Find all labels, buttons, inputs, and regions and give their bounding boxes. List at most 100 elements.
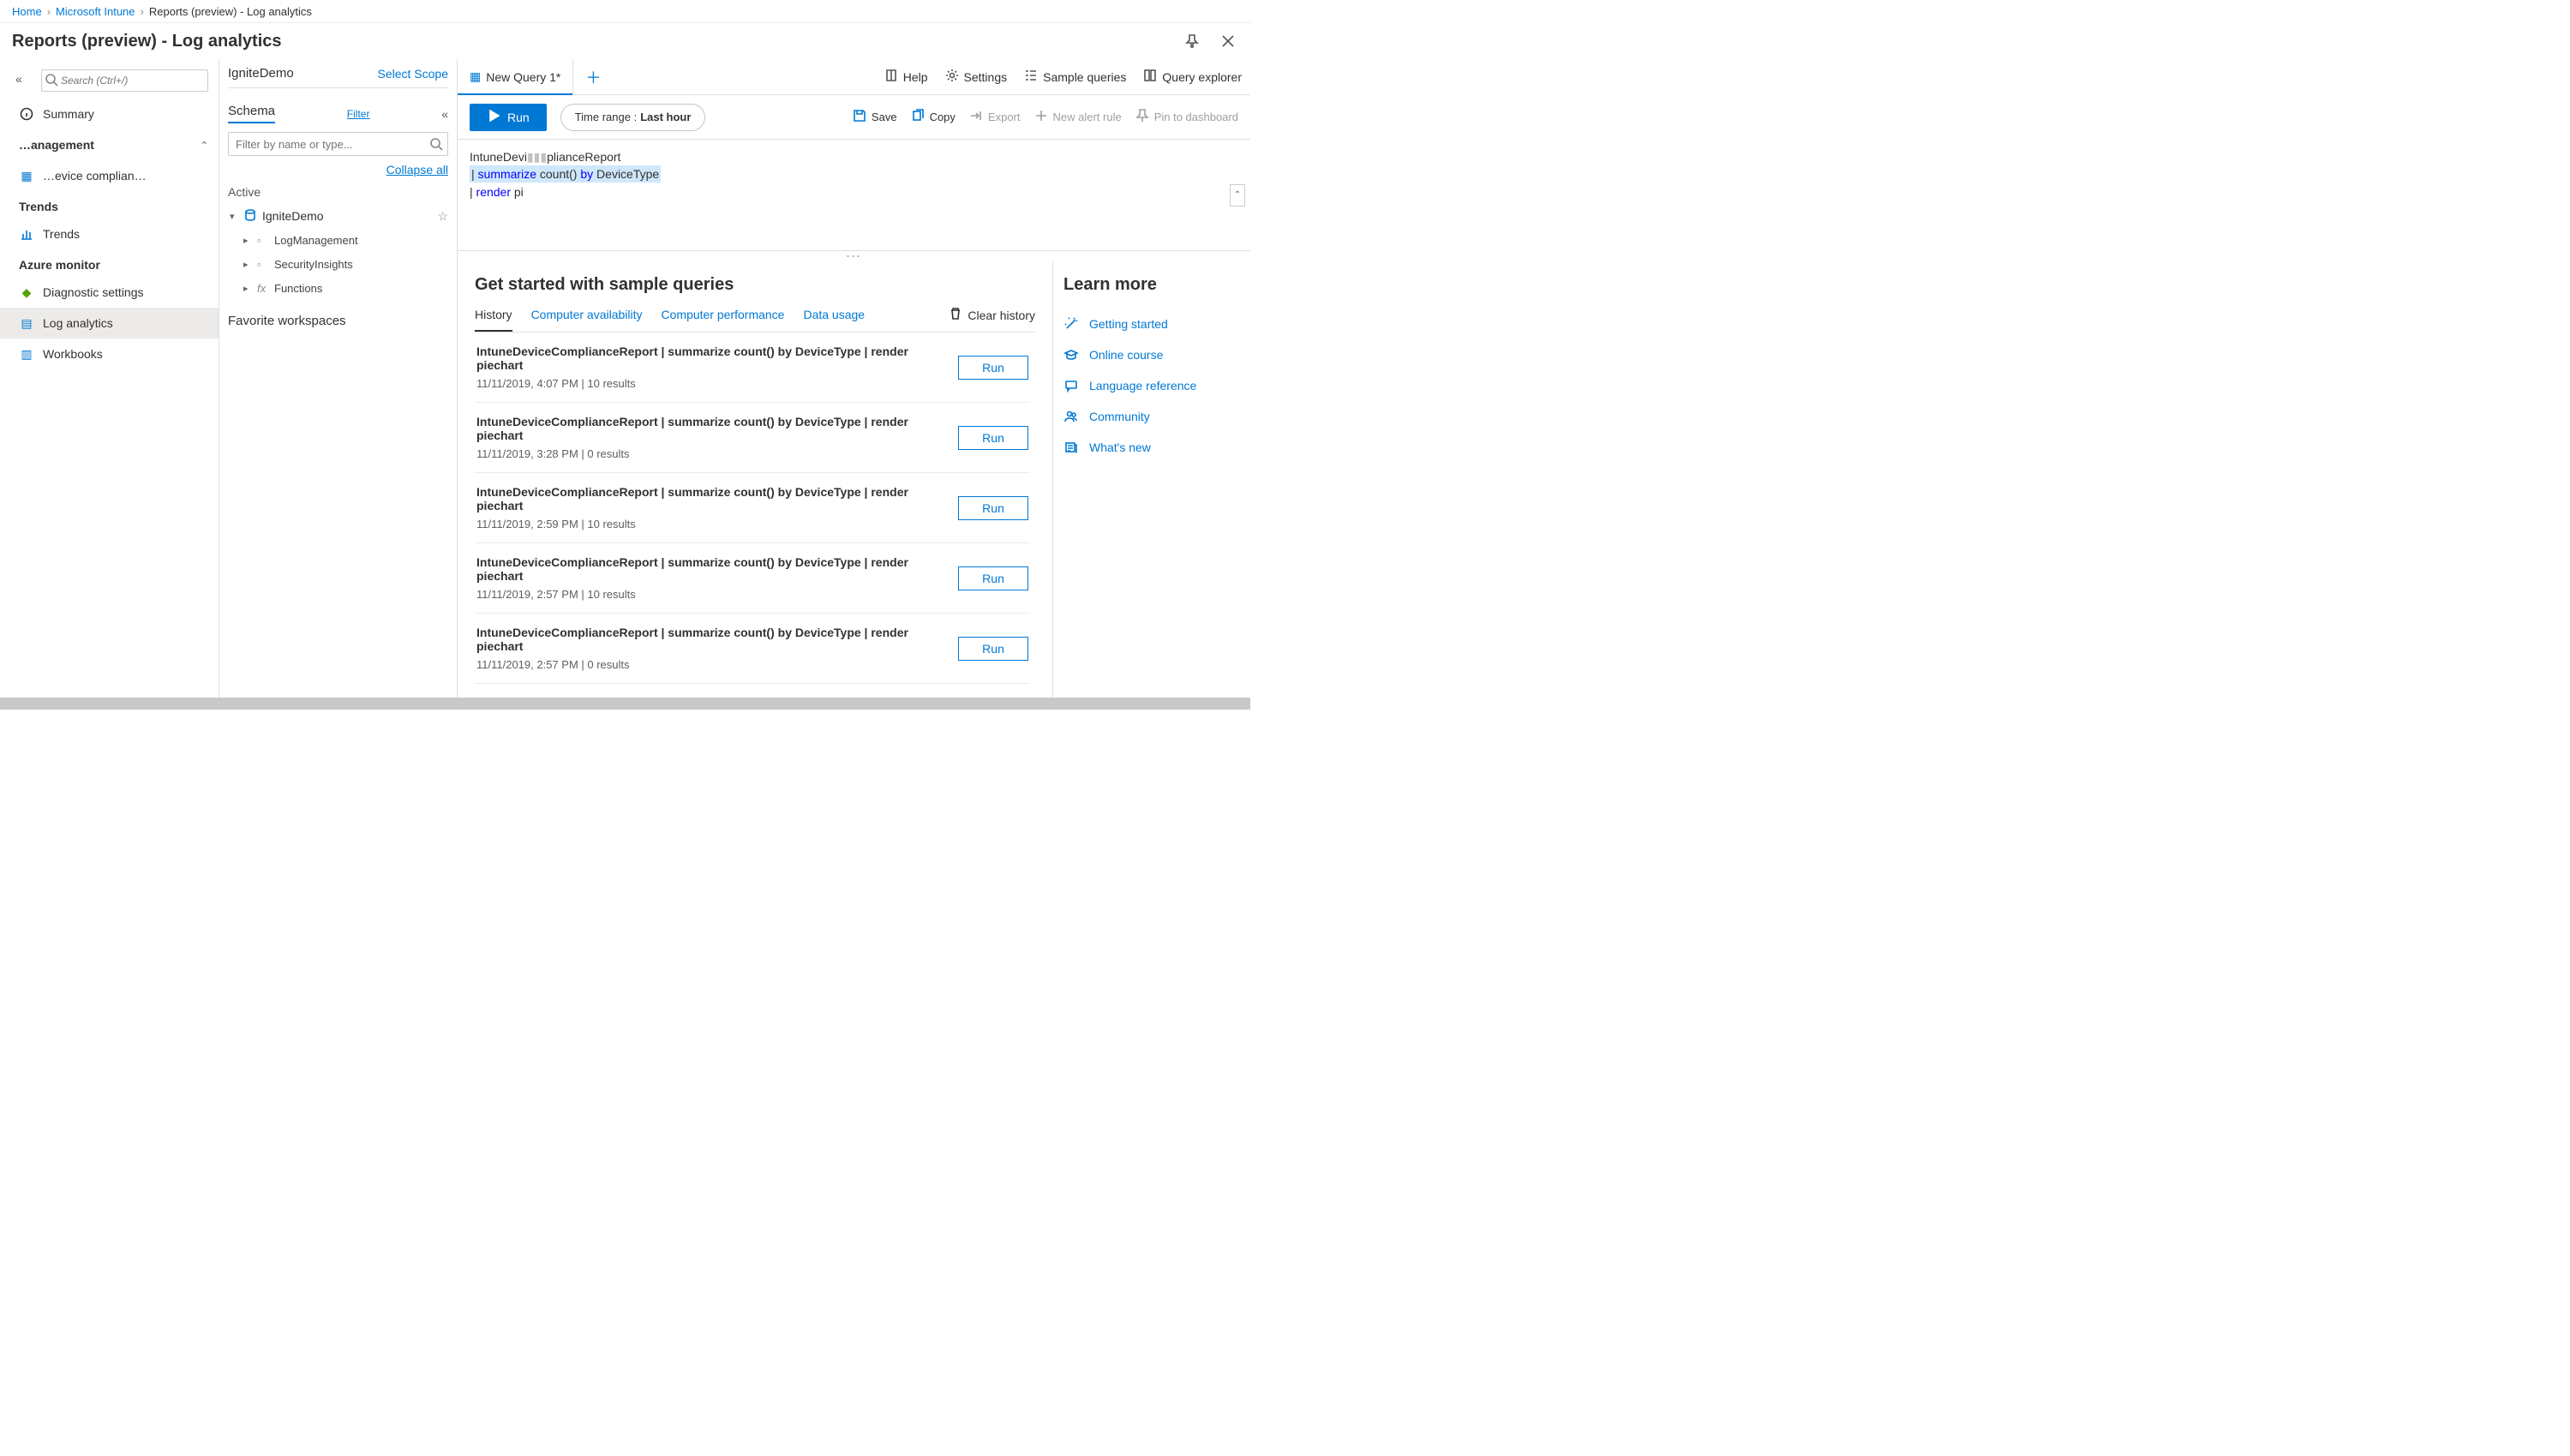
trash-icon	[949, 307, 962, 323]
learn-link[interactable]: What's new	[1089, 440, 1151, 454]
resize-grip[interactable]: ⋯	[458, 251, 1250, 261]
page-title: Reports (preview) - Log analytics	[12, 32, 282, 51]
nav-section-trends: Trends	[0, 191, 219, 219]
history-run-button[interactable]: Run	[958, 356, 1028, 380]
schema-workspace-label: IgniteDemo	[262, 209, 324, 223]
book-icon	[884, 69, 898, 85]
nav-section-management: …anagement ⌃	[0, 129, 219, 160]
learn-item[interactable]: Online course	[1063, 339, 1240, 370]
tab-history[interactable]: History	[475, 308, 512, 332]
nav-summary[interactable]: Summary	[0, 99, 219, 129]
pin-icon	[1135, 109, 1149, 125]
export-button[interactable]: Export	[969, 109, 1021, 125]
pin-dashboard-button[interactable]: Pin to dashboard	[1135, 109, 1238, 125]
history-meta: 11/11/2019, 2:57 PM | 0 results	[476, 658, 958, 671]
settings-button[interactable]: Settings	[945, 69, 1008, 85]
query-tab-1[interactable]: ▦ New Query 1*	[458, 59, 573, 94]
copy-button[interactable]: Copy	[911, 109, 956, 125]
collapse-all-link[interactable]: Collapse all	[386, 163, 448, 177]
help-button[interactable]: Help	[884, 69, 928, 85]
schema-tab[interactable]: Schema	[228, 104, 275, 123]
schema-active-header: Active	[228, 185, 448, 199]
learn-more-heading: Learn more	[1063, 275, 1240, 295]
tab-computer-availability[interactable]: Computer availability	[531, 308, 643, 332]
chevron-right-icon: ▸	[243, 283, 252, 294]
book-icon: ▥	[19, 346, 34, 362]
nav-summary-label: Summary	[43, 107, 94, 121]
close-icon[interactable]	[1218, 31, 1238, 51]
schema-child-functions[interactable]: ▸ fx Functions	[228, 276, 448, 300]
chevron-up-icon[interactable]: ⌃	[201, 140, 208, 151]
nav-device-compliance[interactable]: ▦ …evice complian…	[0, 160, 219, 191]
nav-item-label: Diagnostic settings	[43, 285, 144, 299]
star-icon[interactable]: ☆	[437, 209, 448, 224]
learn-item[interactable]: What's new	[1063, 432, 1240, 463]
clear-history-button[interactable]: Clear history	[949, 307, 1035, 332]
collapse-editor-icon[interactable]: ⌃	[1230, 184, 1245, 207]
learn-link[interactable]: Getting started	[1089, 317, 1168, 331]
breadcrumb-current: Reports (preview) - Log analytics	[149, 5, 312, 18]
sample-queries-button[interactable]: Sample queries	[1024, 69, 1126, 85]
history-row: IntuneDeviceComplianceReport | summarize…	[475, 543, 1030, 614]
learn-item[interactable]: Language reference	[1063, 370, 1240, 401]
pin-icon[interactable]	[1182, 31, 1202, 51]
time-range-picker[interactable]: Time range : Last hour	[560, 104, 706, 131]
people-icon	[1063, 410, 1079, 423]
nav-diagnostic-settings[interactable]: ◆ Diagnostic settings	[0, 277, 219, 308]
nav-trends[interactable]: Trends	[0, 219, 219, 249]
schema-filter-link[interactable]: Filter	[347, 108, 370, 120]
query-explorer-button[interactable]: Query explorer	[1143, 69, 1242, 85]
history-meta: 11/11/2019, 2:57 PM | 10 results	[476, 588, 958, 601]
query-icon: ▦	[470, 69, 481, 84]
schema-child-logmanagement[interactable]: ▸ ▫ LogManagement	[228, 228, 448, 252]
history-query-text: IntuneDeviceComplianceReport | summarize…	[476, 415, 958, 442]
history-row: IntuneDeviceComplianceReport | summarize…	[475, 403, 1030, 473]
chart-icon	[19, 226, 34, 242]
select-scope-link[interactable]: Select Scope	[378, 67, 449, 81]
collapse-schema-icon[interactable]: «	[441, 107, 448, 121]
nav-log-analytics[interactable]: ▤ Log analytics	[0, 308, 219, 339]
left-nav: « Summary …anagement ⌃ ▦ …evice complian…	[0, 59, 219, 698]
history-query-text: IntuneDeviceComplianceReport | summarize…	[476, 485, 958, 512]
chevron-down-icon: ▾	[230, 211, 238, 222]
learn-link[interactable]: Community	[1089, 410, 1150, 423]
breadcrumb-intune[interactable]: Microsoft Intune	[56, 5, 135, 18]
export-icon	[969, 109, 983, 125]
schema-child-label: LogManagement	[274, 234, 358, 247]
learn-link[interactable]: Online course	[1089, 348, 1163, 362]
favorite-workspaces-header: Favorite workspaces	[228, 314, 448, 328]
grad-icon	[1063, 348, 1079, 362]
history-meta: 11/11/2019, 3:28 PM | 0 results	[476, 447, 958, 460]
query-editor[interactable]: IntuneDevi▮▮▮plianceReport | summarize c…	[458, 140, 1250, 251]
search-icon	[45, 73, 58, 89]
run-button[interactable]: Run	[470, 104, 547, 131]
add-tab-button[interactable]: ＋	[573, 66, 613, 88]
history-query-text: IntuneDeviceComplianceReport | summarize…	[476, 555, 958, 583]
chevron-right-icon: ›	[47, 5, 51, 18]
news-icon	[1063, 440, 1079, 454]
history-row: IntuneDeviceComplianceReport | summarize…	[475, 333, 1030, 403]
schema-workspace[interactable]: ▾ IgniteDemo ☆	[228, 204, 448, 228]
new-alert-button[interactable]: New alert rule	[1034, 109, 1122, 125]
search-input[interactable]	[41, 69, 208, 92]
breadcrumb-home[interactable]: Home	[12, 5, 42, 18]
nav-workbooks[interactable]: ▥ Workbooks	[0, 339, 219, 369]
tab-computer-performance[interactable]: Computer performance	[662, 308, 785, 332]
learn-item[interactable]: Community	[1063, 401, 1240, 432]
history-run-button[interactable]: Run	[958, 566, 1028, 590]
history-run-button[interactable]: Run	[958, 496, 1028, 520]
learn-link[interactable]: Language reference	[1089, 379, 1196, 392]
schema-filter-input[interactable]	[228, 132, 448, 156]
collapse-nav-icon[interactable]: «	[15, 72, 22, 86]
history-run-button[interactable]: Run	[958, 637, 1028, 661]
search-icon	[429, 137, 443, 153]
list-icon	[1024, 69, 1038, 85]
save-button[interactable]: Save	[853, 109, 897, 125]
history-run-button[interactable]: Run	[958, 426, 1028, 450]
schema-child-security[interactable]: ▸ ▫ SecurityInsights	[228, 252, 448, 276]
save-icon	[853, 109, 866, 125]
cube-icon: ▫	[257, 258, 269, 271]
learn-item[interactable]: Getting started	[1063, 309, 1240, 339]
database-icon	[243, 208, 257, 225]
tab-data-usage[interactable]: Data usage	[803, 308, 865, 332]
